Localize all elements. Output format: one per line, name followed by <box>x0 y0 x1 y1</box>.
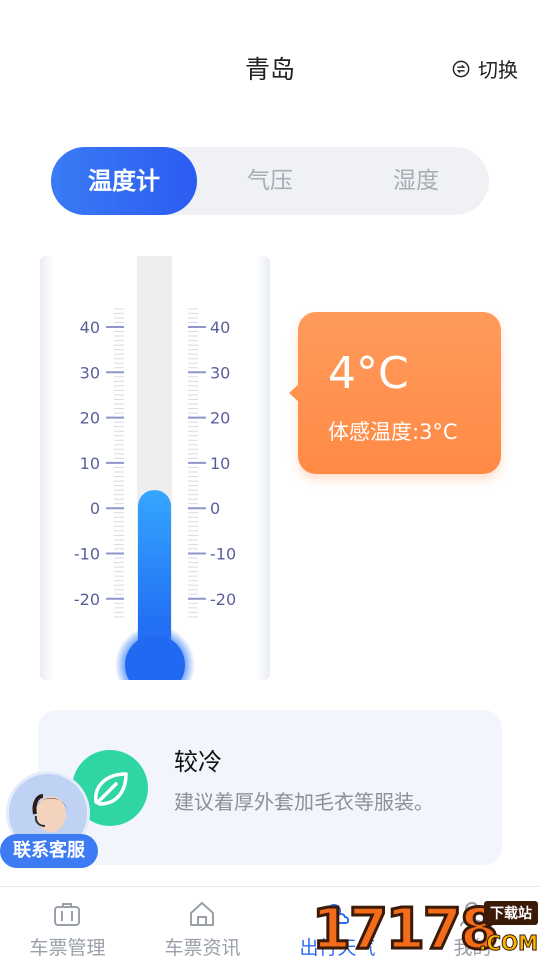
thermometer-panel: 40 40 30 30 20 20 10 10 0 0 -10 -10 -20 -20 <box>40 256 270 680</box>
tab-ticket-management[interactable]: 车票管理 <box>0 887 135 960</box>
scale-label-left: 20 <box>80 409 100 428</box>
customer-service-button[interactable]: 联系客服 <box>0 768 100 872</box>
scale-label-right: 0 <box>210 499 220 518</box>
scale-label-right: 40 <box>210 318 230 337</box>
feels-like-temperature: 体感温度:3°C <box>328 420 458 444</box>
scale-label-left: -10 <box>74 545 100 564</box>
clothing-advice-card: 较冷 建议着厚外套加毛衣等服装。 <box>38 710 502 865</box>
tab-humidity[interactable]: 湿度 <box>343 147 489 215</box>
scale-label-right: 20 <box>210 409 230 428</box>
customer-service-label: 联系客服 <box>0 834 98 868</box>
scale-label-left: 0 <box>90 499 100 518</box>
mode-segmented-control: 温度计 气压 湿度 <box>51 147 489 215</box>
switch-circle-icon <box>452 60 470 77</box>
switch-city-button[interactable]: 切换 <box>452 54 518 83</box>
scale-label-left: 10 <box>80 454 100 473</box>
tab-ticket-news[interactable]: 车票资讯 <box>135 887 270 960</box>
watermark-tag: 下载站 <box>484 901 538 925</box>
temperature-bubble: 4°C 体感温度:3°C <box>298 312 501 474</box>
home-icon <box>190 902 214 926</box>
tab-label: 车票资讯 <box>164 937 241 959</box>
scale-label-right: -20 <box>210 590 236 609</box>
tab-pressure[interactable]: 气压 <box>197 147 343 215</box>
thermometer-graphic: 40 40 30 30 20 20 10 10 0 0 -10 -10 -20 -20 <box>74 256 236 680</box>
briefcase-icon <box>54 903 80 926</box>
scale-label-left: 30 <box>80 363 100 382</box>
advice-title: 较冷 <box>174 748 222 776</box>
scale-label-right: -10 <box>210 545 236 564</box>
header: 青岛 切换 <box>0 0 540 120</box>
scale-label-left: -20 <box>74 590 100 609</box>
switch-label: 切换 <box>478 58 518 82</box>
watermark-domain: .COM <box>478 931 538 956</box>
advice-text: 建议着厚外套加毛衣等服装。 <box>174 790 434 814</box>
scale-label-left: 40 <box>80 318 100 337</box>
site-watermark: 17178 下载站 .COM <box>311 895 540 960</box>
current-temperature: 4°C <box>328 348 409 399</box>
watermark-number: 17178 <box>311 896 501 960</box>
tab-thermometer[interactable]: 温度计 <box>51 147 197 215</box>
tab-label: 车票管理 <box>29 937 106 959</box>
scale-label-right: 30 <box>210 363 230 382</box>
scale-label-right: 10 <box>210 454 230 473</box>
